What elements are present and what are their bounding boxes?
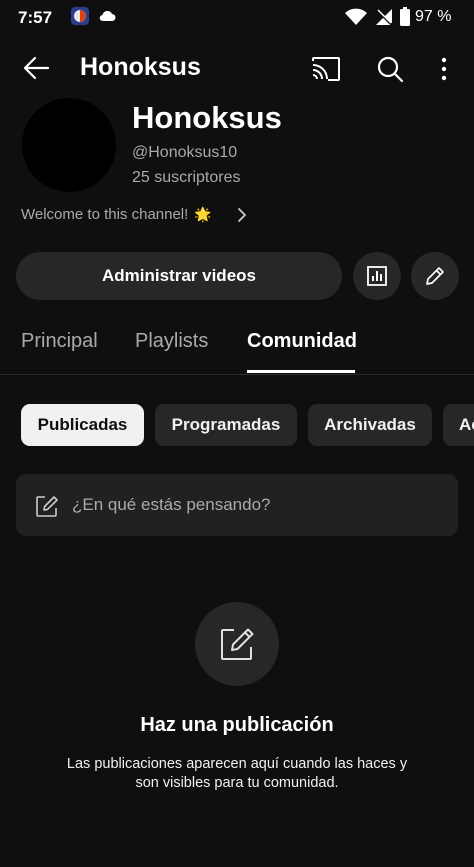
compose-icon [36,496,58,517]
chip-publicadas[interactable]: Publicadas [21,404,144,446]
empty-state-title: Haz una publicación [140,714,334,736]
search-button[interactable] [370,51,410,87]
chip-programadas[interactable]: Programadas [155,404,297,446]
channel-description-text: Welcome to this channel! [21,206,189,223]
cloud-icon [98,8,116,24]
cast-button[interactable] [306,51,346,87]
analytics-icon [367,266,387,286]
channel-handle: @Honoksus10 [132,144,238,161]
filter-chips: Publicadas Programadas Archivadas Ac [0,404,474,448]
tab-principal[interactable]: Principal [21,330,98,353]
edit-pencil-icon [426,267,444,285]
channel-name: Honoksus [132,100,282,135]
channel-avatar[interactable] [22,98,116,192]
post-composer[interactable]: ¿En qué estás pensando? [16,474,458,536]
back-button[interactable] [18,50,58,86]
active-tab-indicator [247,370,355,373]
empty-state-icon-circle [195,602,279,686]
channel-tabs: Principal Playlists Comunidad [0,320,474,375]
tab-comunidad[interactable]: Comunidad [247,330,357,353]
tab-playlists[interactable]: Playlists [135,330,208,353]
back-arrow-icon [23,56,50,80]
edit-channel-button[interactable] [411,252,459,300]
star-emoji: 🌟 [194,206,212,222]
cast-icon [312,57,340,81]
chip-partial[interactable]: Ac [443,404,474,446]
status-bar: 7:57 97 % [0,0,474,36]
composer-placeholder: ¿En qué estás pensando? [72,495,271,514]
analytics-button[interactable] [353,252,401,300]
app-bar-title: Honoksus [80,53,201,81]
app-notification-icon [70,6,90,26]
chevron-right-icon[interactable] [234,205,250,225]
compose-icon [221,628,254,660]
channel-description[interactable]: Welcome to this channel! 🌟 [21,206,212,223]
battery-icon [399,7,411,27]
status-time: 7:57 [18,8,53,27]
more-options-button[interactable] [428,51,460,87]
wifi-icon [344,7,368,27]
no-sim-icon [374,7,394,27]
empty-state-body: Las publicaciones aparecen aquí cuando l… [66,756,408,791]
manage-videos-button[interactable]: Administrar videos [16,252,342,300]
subscriber-count: 25 suscriptores [132,169,241,186]
more-vert-icon [441,57,447,81]
search-icon [377,56,404,83]
battery-percent: 97 % [415,8,452,25]
chip-archivadas[interactable]: Archivadas [308,404,432,446]
